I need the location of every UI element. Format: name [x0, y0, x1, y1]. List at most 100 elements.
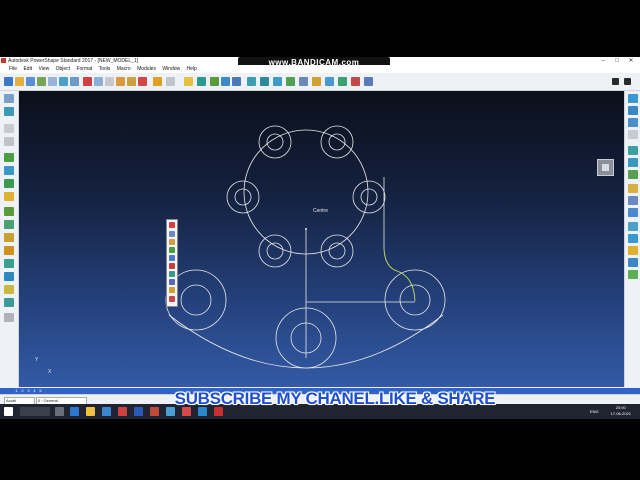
wireframe-icon[interactable]	[628, 234, 638, 243]
shaded-icon[interactable]	[628, 222, 638, 231]
transform-icon[interactable]	[364, 77, 373, 86]
desktop-screen: Autodesk PowerShape Standard 2017 - [NEW…	[0, 57, 640, 419]
shade-left-icon[interactable]	[4, 298, 14, 307]
zoom-window-icon[interactable]	[628, 208, 638, 217]
line-tool-icon[interactable]	[169, 255, 175, 261]
pointer-icon[interactable]	[4, 94, 14, 103]
blend-icon[interactable]	[351, 77, 360, 86]
curve-left-icon[interactable]	[4, 153, 14, 162]
solid-icon[interactable]	[286, 77, 295, 86]
axis-y-label: Y	[35, 357, 39, 363]
view-iso-icon[interactable]	[628, 130, 638, 139]
levels-icon[interactable]	[628, 270, 638, 279]
menu-file[interactable]: File	[9, 65, 17, 73]
edit-icon[interactable]	[127, 77, 136, 86]
paste-icon[interactable]	[105, 77, 114, 86]
menu-modules[interactable]: Modules	[137, 65, 156, 73]
menu-window[interactable]: Window	[162, 65, 180, 73]
cut-icon[interactable]	[83, 77, 92, 86]
undo-history-icon[interactable]	[116, 77, 125, 86]
dimension-left-icon[interactable]	[4, 233, 14, 242]
menu-view[interactable]: View	[38, 65, 49, 73]
arc-tool-icon[interactable]	[169, 247, 175, 253]
view-front-icon[interactable]	[628, 106, 638, 115]
subscribe-overlay-text: SUBSCRIBE MY CHANEL.LIKE & SHARE	[174, 389, 496, 408]
fillet-icon[interactable]	[169, 279, 175, 285]
undo-icon[interactable]	[153, 77, 162, 86]
graphics-viewport[interactable]: Centre Y X	[19, 91, 624, 387]
main-toolbar	[0, 73, 640, 91]
rotate-icon[interactable]	[628, 196, 638, 205]
close-icon[interactable]	[169, 222, 175, 228]
zoom-in-icon[interactable]	[628, 146, 638, 155]
centre-label: Centre	[313, 208, 329, 214]
offset-icon[interactable]	[169, 271, 175, 277]
delete-icon[interactable]	[138, 77, 147, 86]
point-icon[interactable]	[169, 231, 175, 237]
copy-icon[interactable]	[94, 77, 103, 86]
model-left-icon[interactable]	[4, 272, 14, 281]
symbol-left-icon[interactable]	[4, 207, 14, 216]
arc-left-icon[interactable]	[4, 137, 14, 146]
select-icon[interactable]	[184, 77, 193, 86]
line-left-icon[interactable]	[4, 124, 14, 133]
minimize-button[interactable]: –	[596, 57, 610, 65]
curve-icon[interactable]	[232, 77, 241, 86]
model-geometry	[165, 125, 446, 369]
menu-format[interactable]: Format	[76, 65, 92, 73]
grid-toggle-icon[interactable]	[612, 78, 619, 85]
mirror-icon[interactable]	[169, 287, 175, 293]
view-right-icon[interactable]	[628, 118, 638, 127]
import-icon[interactable]	[59, 77, 68, 86]
line-icon[interactable]	[210, 77, 219, 86]
selected-curve[interactable]	[383, 248, 416, 302]
mesh-left-icon[interactable]	[4, 192, 14, 201]
window-title: Autodesk PowerShape Standard 2017 - [NEW…	[8, 58, 139, 64]
workplane-left-icon[interactable]	[4, 107, 14, 116]
view-left-icon[interactable]	[4, 313, 14, 322]
view-cube-button[interactable]	[597, 159, 614, 176]
lighting-icon[interactable]	[628, 246, 638, 255]
menu-help[interactable]: Help	[187, 65, 197, 73]
menu-object[interactable]: Object	[56, 65, 70, 73]
fit-icon[interactable]	[628, 184, 638, 193]
bolt-hole	[320, 125, 354, 159]
snap-toggle-icon[interactable]	[624, 78, 631, 85]
light-left-icon[interactable]	[4, 285, 14, 294]
electrode-left-icon[interactable]	[4, 246, 14, 255]
dimension-icon[interactable]	[312, 77, 321, 86]
language-indicator[interactable]: ENG	[590, 408, 599, 415]
arc-icon[interactable]	[221, 77, 230, 86]
solid-left-icon[interactable]	[4, 179, 14, 188]
trim-icon[interactable]	[169, 263, 175, 269]
view-top-icon[interactable]	[628, 94, 638, 103]
export-icon[interactable]	[70, 77, 79, 86]
centre-point[interactable]	[305, 228, 307, 230]
curve-tool-icon[interactable]	[169, 239, 175, 245]
circle-icon[interactable]	[247, 77, 256, 86]
feature-left-icon[interactable]	[4, 259, 14, 268]
delete-tool-icon[interactable]	[169, 296, 175, 302]
open-icon[interactable]	[15, 77, 24, 86]
close-button[interactable]: ✕	[624, 57, 638, 65]
menu-tools[interactable]: Tools	[99, 65, 111, 73]
print-icon[interactable]	[37, 77, 46, 86]
text-icon[interactable]	[299, 77, 308, 86]
new-icon[interactable]	[4, 77, 13, 86]
redo-icon[interactable]	[166, 77, 175, 86]
feature-icon[interactable]	[338, 77, 347, 86]
workplane-icon[interactable]	[197, 77, 206, 86]
save-icon[interactable]	[26, 77, 35, 86]
maximize-button[interactable]: □	[610, 57, 624, 65]
pan-icon[interactable]	[628, 170, 638, 179]
text-left-icon[interactable]	[4, 220, 14, 229]
rectangle-icon[interactable]	[260, 77, 269, 86]
surface-icon[interactable]	[273, 77, 282, 86]
menu-macro[interactable]: Macro	[117, 65, 131, 73]
menu-edit[interactable]: Edit	[23, 65, 32, 73]
mesh-icon[interactable]	[325, 77, 334, 86]
zoom-out-icon[interactable]	[628, 158, 638, 167]
surface-left-icon[interactable]	[4, 166, 14, 175]
preview-icon[interactable]	[48, 77, 57, 86]
section-icon[interactable]	[628, 258, 638, 267]
